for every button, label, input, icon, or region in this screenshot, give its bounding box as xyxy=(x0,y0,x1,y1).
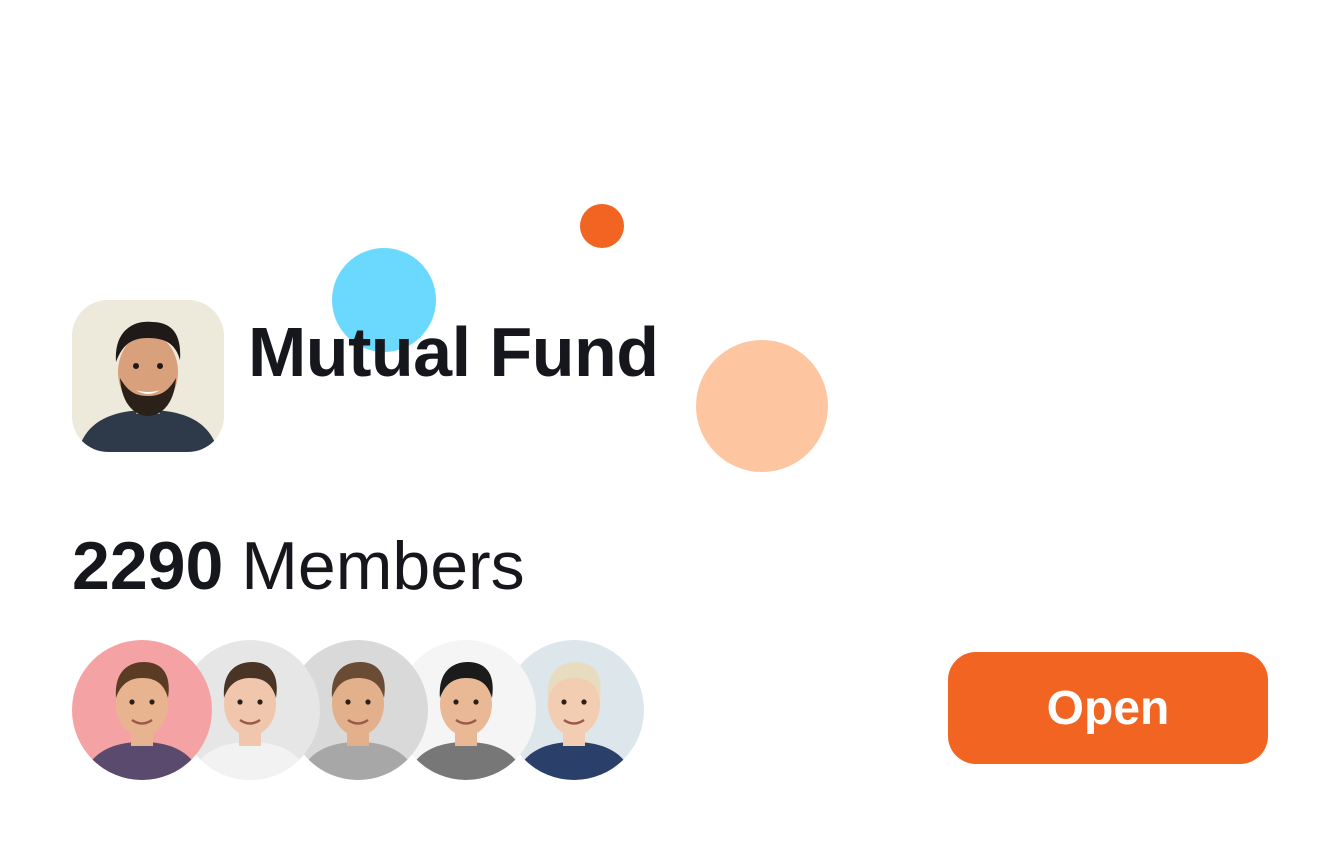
member-avatar[interactable] xyxy=(72,640,212,780)
open-button[interactable]: Open xyxy=(948,652,1268,764)
person-avatar-icon xyxy=(72,300,224,452)
decorative-bubble-peach xyxy=(696,340,828,472)
member-avatar-stack[interactable] xyxy=(72,640,652,780)
members-summary: 2290 Members xyxy=(72,524,525,608)
group-card: Mutual Fund 2290 Members Open xyxy=(0,0,1340,852)
group-avatar xyxy=(72,300,224,452)
decorative-bubble-orange xyxy=(580,204,624,248)
members-count: 2290 xyxy=(72,528,224,604)
members-label: Members xyxy=(241,528,525,604)
group-title: Mutual Fund xyxy=(248,313,659,391)
member-avatar-1-icon xyxy=(72,640,212,780)
